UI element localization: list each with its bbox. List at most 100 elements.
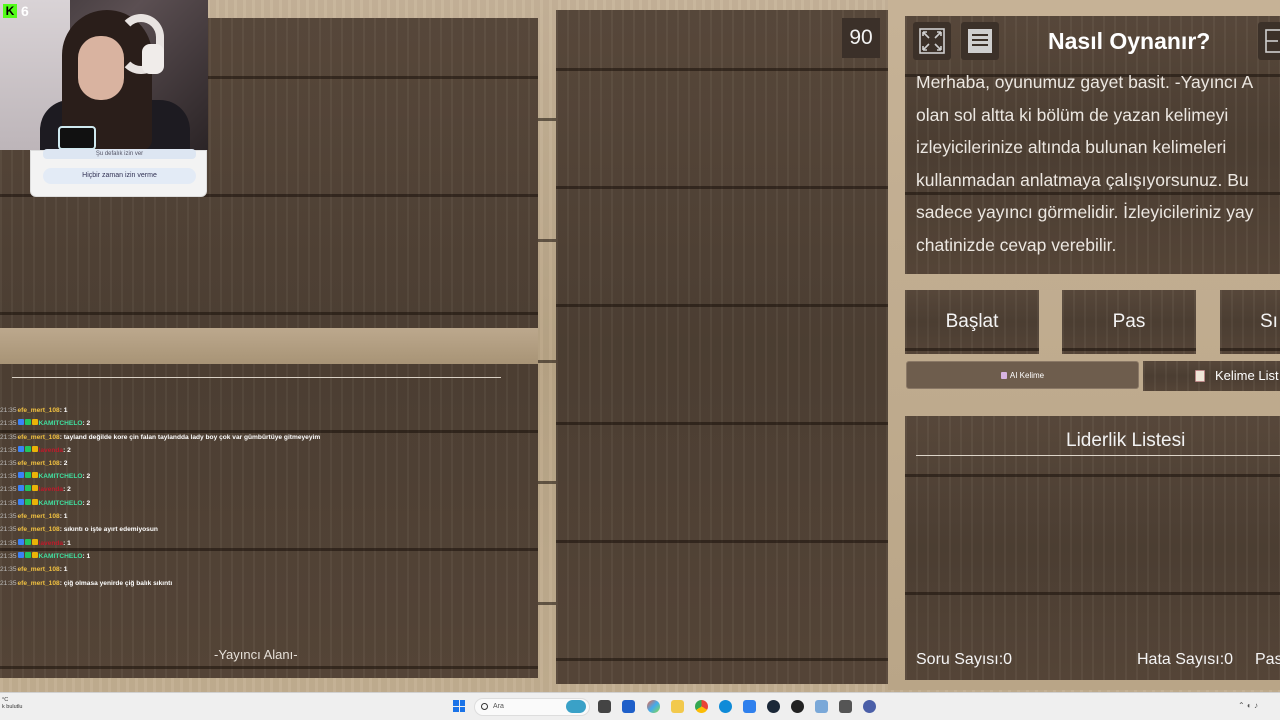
chat-timestamp: 21:35 (0, 499, 17, 507)
chat-timestamp: 21:35 (0, 552, 17, 560)
chat-badge-icon (24, 419, 31, 426)
weather-widget[interactable]: °C k bulutlu (2, 697, 23, 711)
file-explorer-icon[interactable] (671, 700, 684, 713)
notepad-app-icon[interactable] (839, 700, 852, 713)
pass-count: Pas (1255, 651, 1280, 668)
chat-badge-icon (24, 538, 31, 545)
copilot-icon[interactable] (647, 700, 660, 713)
chat-text: : çiğ olmasa yenirde çiğ balık sıkıntı (59, 579, 173, 587)
chat-timestamp: 21:35 (0, 459, 17, 467)
chrome-icon[interactable] (695, 700, 708, 713)
chat-username[interactable]: efe_mert_108 (18, 526, 60, 533)
chat-timestamp: 21:35 (0, 566, 17, 574)
wood-seam (0, 328, 538, 364)
chat-text: : 2 (63, 446, 71, 454)
chat-username[interactable]: KAMITCHELO (39, 500, 83, 507)
chat-text: : sıkıntı o işte ayırt edemiyosun (59, 526, 158, 534)
word-panel (556, 10, 888, 684)
chat-message-content: 21:35efe_mert_108: 1 (0, 404, 67, 417)
chat-username[interactable]: efe_mert_108 (18, 407, 60, 414)
chat-username[interactable]: lavenda (39, 447, 64, 454)
chat-message-content: 21:35 lavenda: 1 (0, 537, 71, 550)
howto-line: kullanmadan anlatmaya çalışıyorsunuz. Bu (916, 169, 1249, 190)
chat-username[interactable]: lavenda (39, 486, 64, 493)
leaderboard-title: Liderlik Listesi (1066, 430, 1186, 451)
chat-message-content: 21:35 KAMITCHELO: 1 (0, 550, 90, 563)
search-icon (481, 703, 488, 710)
chat-badge-icon (17, 419, 24, 426)
notes-button[interactable] (961, 22, 999, 60)
store-icon[interactable] (622, 700, 635, 713)
chat-text: : 1 (82, 552, 91, 560)
chat-badge-icon (24, 485, 31, 492)
chat-message: 21:35 KAMITCHELO: 1 (0, 550, 520, 563)
chat-message: 21:35efe_mert_108: 1 (0, 563, 520, 576)
weather-desc: k bulutlu (2, 704, 23, 710)
fullscreen-icon (919, 28, 945, 54)
system-tray[interactable]: ⌃ ◐ ♪ (1238, 701, 1258, 710)
chat-divider (12, 377, 501, 378)
chat-username[interactable]: efe_mert_108 (18, 434, 60, 441)
chat-username[interactable]: KAMITCHELO (39, 473, 83, 480)
chat-message: 21:35 KAMITCHELO: 2 (0, 470, 520, 483)
allow-once-button[interactable]: Şu defalık izin ver (43, 149, 196, 159)
chat-text: : 1 (59, 513, 68, 521)
pass-button[interactable]: Pas (1062, 290, 1196, 354)
exit-button[interactable] (1258, 22, 1280, 60)
kick-logo-icon: K (3, 4, 17, 18)
chat-message-content: 21:35 lavenda: 2 (0, 444, 71, 457)
word-list-button[interactable]: Kelime List (1143, 361, 1280, 391)
chat-text: : 2 (59, 459, 68, 467)
chat-text: : 2 (63, 486, 71, 494)
chat-username[interactable]: efe_mert_108 (18, 566, 60, 573)
obs-icon[interactable] (791, 700, 804, 713)
ai-word-button[interactable]: AI Kelime (906, 361, 1139, 389)
chat-message: 21:35efe_mert_108: çiğ olmasa yenirde çi… (0, 577, 520, 590)
chat-badge-icon (31, 472, 38, 479)
windows-taskbar: °C k bulutlu (0, 692, 1280, 720)
chat-timestamp: 21:35 (0, 539, 17, 547)
chat-text: : 2 (82, 473, 91, 481)
chat-badge-icon (17, 445, 24, 452)
chat-message-content: 21:35 KAMITCHELO: 2 (0, 417, 90, 430)
chat-message: 21:35 KAMITCHELO: 2 (0, 497, 520, 510)
chat-text: : 2 (82, 499, 91, 507)
howto-line: izleyicilerinize altında bulunan kelimel… (916, 137, 1227, 158)
chat-username[interactable]: KAMITCHELO (39, 420, 83, 427)
chat-badge-icon (17, 551, 24, 558)
streamer-area-label: -Yayıncı Alanı- (214, 647, 298, 662)
chat-message: 21:35 lavenda: 2 (0, 444, 520, 457)
chat-timestamp: 21:35 (0, 486, 17, 494)
mail-icon[interactable] (743, 700, 756, 713)
chat-feed: 21:35efe_mert_108: 1 21:35 KAMITCHELO: 2 21… (0, 404, 520, 590)
exit-icon (1265, 29, 1280, 53)
chat-username[interactable]: efe_mert_108 (18, 513, 60, 520)
edge-icon[interactable] (719, 700, 732, 713)
chat-message: 21:35efe_mert_108: 1 (0, 404, 520, 417)
chat-username[interactable]: lavenda (39, 540, 64, 547)
chat-badge-icon (24, 551, 31, 558)
notepad-icon (1195, 370, 1205, 382)
chat-timestamp: 21:35 (0, 420, 17, 428)
start-button[interactable]: Başlat (905, 290, 1039, 354)
never-allow-button[interactable]: Hiçbir zaman izin verme (43, 168, 196, 184)
weather-icon[interactable] (566, 700, 586, 713)
windows-start-icon[interactable] (453, 700, 465, 712)
viewer-count: 6 (21, 3, 29, 19)
settings-icon[interactable] (863, 700, 876, 713)
howto-line: Merhaba, oyunumuz gayet basit. -Yayıncı … (916, 72, 1254, 92)
chat-username[interactable]: efe_mert_108 (18, 580, 60, 587)
steam-icon[interactable] (767, 700, 780, 713)
chat-username[interactable]: KAMITCHELO (39, 553, 83, 560)
chat-message: 21:35efe_mert_108: tayland değilde kore … (0, 431, 520, 444)
chat-message-content: 21:35efe_mert_108: 1 (0, 510, 67, 523)
chat-message: 21:35 lavenda: 1 (0, 537, 520, 550)
task-view-icon[interactable] (598, 700, 611, 713)
chat-message: 21:35 lavenda: 2 (0, 483, 520, 496)
fullscreen-button[interactable] (913, 22, 951, 60)
chat-username[interactable]: efe_mert_108 (18, 460, 60, 467)
chat-message-content: 21:35efe_mert_108: sıkıntı o işte ayırt … (0, 523, 158, 536)
robot-icon (1000, 372, 1007, 380)
app-icon[interactable] (815, 700, 828, 713)
next-button[interactable]: Sı (1220, 290, 1280, 354)
